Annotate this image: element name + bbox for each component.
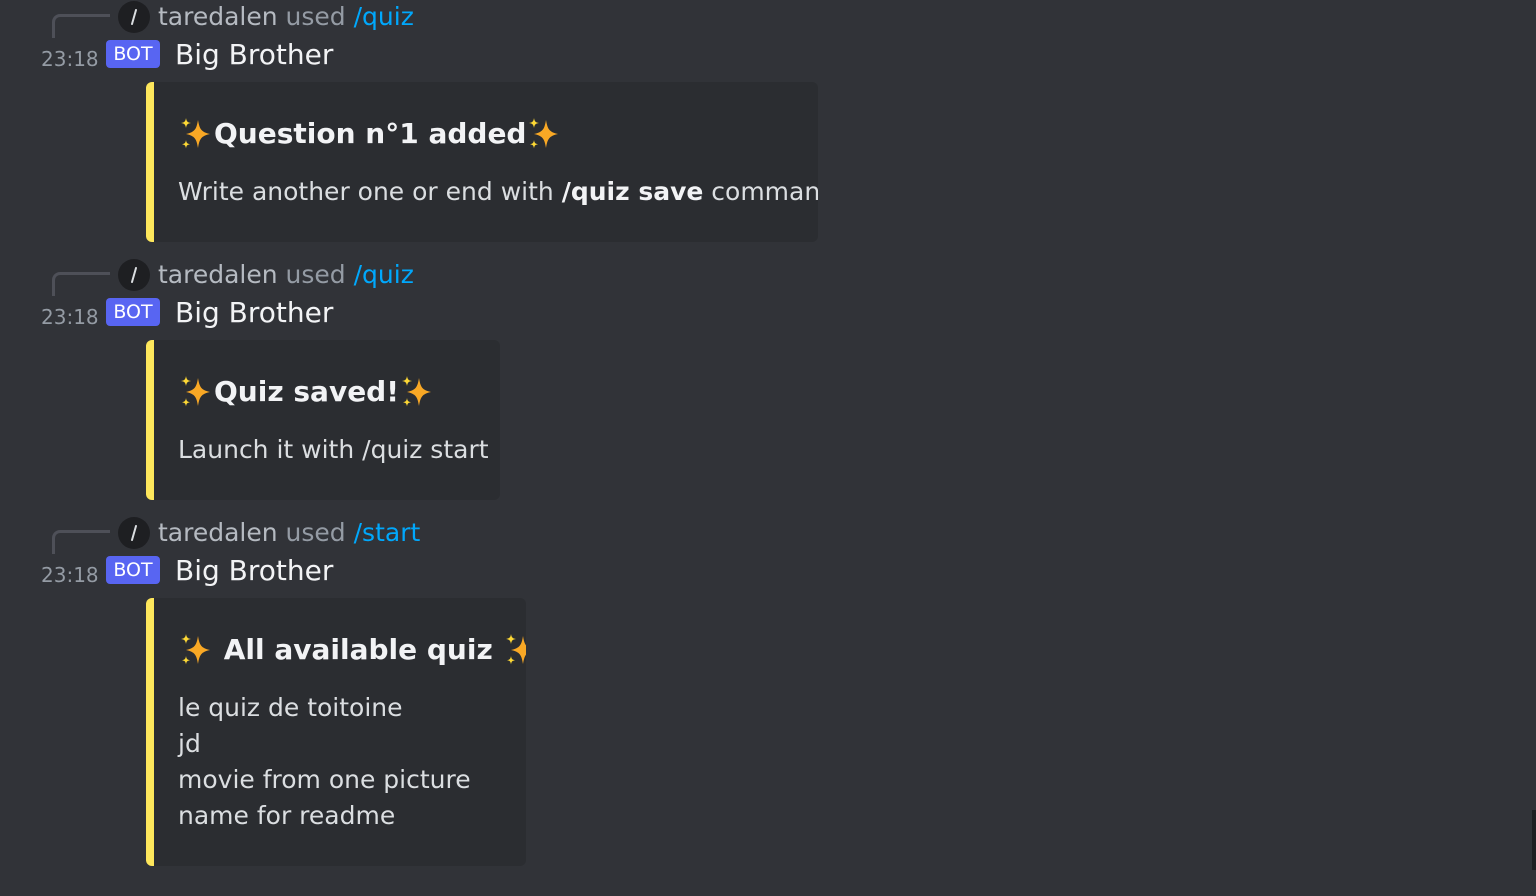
embed: Quiz saved! Launch it with /quiz start — [146, 340, 500, 500]
message: taredalen used /start 23:18 BOT Big Brot… — [0, 516, 1000, 876]
embed: Question n°1 added Write another one or … — [146, 82, 818, 242]
message: taredalen used /quiz 23:18 BOT Big Broth… — [0, 0, 1000, 250]
quiz-list-item: jd — [178, 729, 201, 758]
command-user[interactable]: taredalen — [158, 518, 278, 547]
sparkles-icon — [402, 376, 431, 407]
timestamp[interactable]: 23:18 — [41, 47, 99, 71]
slash-command-icon[interactable] — [118, 517, 150, 549]
command-usage: taredalen used /quiz — [158, 260, 414, 290]
embed-title-text: All available quiz — [214, 633, 503, 666]
sparkles-icon — [181, 634, 210, 665]
command-name-link[interactable]: /quiz — [354, 260, 414, 289]
embed-title-text: Question n°1 added — [214, 117, 527, 150]
quiz-list-item: name for readme — [178, 801, 396, 830]
slash-command-icon[interactable] — [118, 259, 150, 291]
bot-badge: BOT — [106, 298, 160, 326]
scrollbar-edge[interactable] — [1532, 810, 1536, 870]
embed-title: Question n°1 added — [178, 116, 562, 152]
embed-accent-bar — [146, 598, 154, 866]
quiz-list-item: le quiz de toitoine — [178, 693, 403, 722]
embed-description: Write another one or end with /quiz save… — [178, 174, 818, 210]
command-user[interactable]: taredalen — [158, 2, 278, 31]
embed-desc-text: Write another one or end with — [178, 177, 562, 206]
quiz-list: le quiz de toitoine jd movie from one pi… — [178, 690, 471, 834]
author-name[interactable]: Big Brother — [175, 296, 333, 330]
reply-connector — [52, 530, 110, 554]
reply-connector — [52, 14, 110, 38]
command-usage: taredalen used /start — [158, 518, 420, 548]
message: taredalen used /quiz 23:18 BOT Big Broth… — [0, 258, 1000, 508]
embed-title-text: Quiz saved! — [214, 375, 399, 408]
bot-badge: BOT — [106, 556, 160, 584]
quiz-list-item: movie from one picture — [178, 765, 471, 794]
timestamp[interactable]: 23:18 — [41, 305, 99, 329]
embed-accent-bar — [146, 340, 154, 500]
embed-title: Quiz saved! — [178, 374, 435, 410]
command-name-link[interactable]: /quiz — [354, 2, 414, 31]
command-usage: taredalen used /quiz — [158, 2, 414, 32]
sparkles-icon — [181, 376, 210, 407]
embed-desc-text: command. — [711, 177, 818, 206]
embed-title: All available quiz — [178, 632, 526, 668]
slash-command-icon[interactable] — [118, 1, 150, 33]
command-used-label: used — [285, 260, 346, 289]
command-user[interactable]: taredalen — [158, 260, 278, 289]
command-used-label: used — [285, 518, 346, 547]
reply-connector — [52, 272, 110, 296]
embed-description: Launch it with /quiz start — [178, 435, 489, 464]
sparkles-icon — [505, 634, 526, 665]
timestamp[interactable]: 23:18 — [41, 563, 99, 587]
bot-badge: BOT — [106, 40, 160, 68]
command-used-label: used — [285, 2, 346, 31]
author-name[interactable]: Big Brother — [175, 554, 333, 588]
sparkles-icon — [181, 118, 210, 149]
chat-messages: taredalen used /quiz 23:18 BOT Big Broth… — [0, 0, 1536, 896]
embed-desc-bold: /quiz save — [561, 177, 704, 206]
embed-accent-bar — [146, 82, 154, 242]
sparkles-icon — [529, 118, 559, 149]
command-name-link[interactable]: /start — [354, 518, 421, 547]
author-name[interactable]: Big Brother — [175, 38, 333, 72]
embed: All available quiz le quiz de toitoine j… — [146, 598, 526, 866]
